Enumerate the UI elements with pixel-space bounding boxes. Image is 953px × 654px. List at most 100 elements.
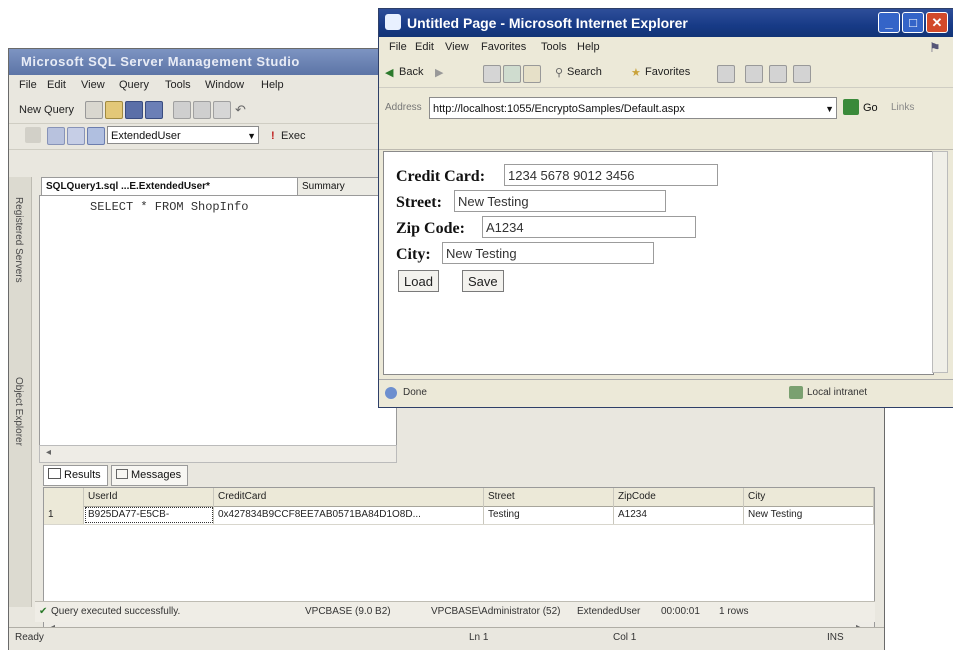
stop-icon[interactable] — [483, 65, 501, 83]
table-row[interactable]: 1 B925DA77-E5CB- 0x427834B9CCF8EE7AB0571… — [44, 506, 874, 525]
zip-code-input[interactable] — [482, 216, 696, 238]
back-button[interactable]: Back — [399, 66, 423, 78]
menu-window[interactable]: Window — [205, 79, 244, 91]
new-query-button[interactable]: New Query — [19, 104, 74, 116]
column-header[interactable]: UserId — [84, 488, 214, 506]
execute-icon[interactable]: ! — [271, 130, 275, 142]
column-header[interactable]: Street — [484, 488, 614, 506]
go-button[interactable]: Go — [863, 102, 878, 114]
save-button[interactable]: Save — [462, 270, 504, 292]
scroll-left-icon[interactable]: ◂ — [46, 447, 51, 458]
results-tabs: Results Messages — [43, 465, 863, 486]
undo-icon[interactable]: ↶ — [235, 102, 246, 118]
refresh-icon[interactable] — [503, 65, 521, 83]
menu-edit[interactable]: Edit — [47, 79, 66, 91]
status-column: Col 1 — [613, 632, 637, 643]
grid-header-row: UserId CreditCard Street ZipCode City — [44, 488, 874, 507]
status-done: Done — [403, 387, 427, 398]
grid-icon — [48, 468, 61, 479]
links-button[interactable]: Links — [891, 102, 914, 113]
menu-file[interactable]: File — [19, 79, 37, 91]
query-text[interactable]: SELECT * FROM ShopInfo — [90, 200, 248, 214]
status-ready: Ready — [15, 632, 44, 643]
column-header[interactable]: City — [744, 488, 874, 506]
ie-titlebar[interactable]: Untitled Page - Microsoft Internet Explo… — [379, 9, 953, 37]
column-header[interactable]: CreditCard — [214, 488, 484, 506]
menu-help[interactable]: Help — [261, 79, 284, 91]
address-input[interactable]: http://localhost:1055/EncryptoSamples/De… — [429, 97, 837, 119]
available-databases-icon[interactable] — [67, 127, 85, 145]
go-arrow-icon[interactable] — [843, 99, 859, 115]
ie-address-bar: Address http://localhost:1055/EncryptoSa… — [379, 89, 953, 150]
grid-cell[interactable]: New Testing — [744, 506, 874, 524]
grid-cell[interactable]: B925DA77-E5CB- — [84, 506, 214, 524]
tab-messages-label: Messages — [131, 469, 182, 481]
street-label: Street: — [396, 194, 442, 211]
document-tabs: SQLQuery1.sql ...E.ExtendedUser* Summary — [37, 177, 397, 195]
ie-menubar: File Edit View Favorites Tools Help ⚑ — [379, 37, 953, 59]
city-input[interactable] — [442, 242, 654, 264]
display-plan-icon[interactable] — [87, 127, 105, 145]
status-zone: Local intranet — [807, 387, 868, 398]
menu-tools[interactable]: Tools — [541, 41, 567, 53]
chevron-down-icon: ▼ — [825, 104, 834, 114]
editor-horizontal-scrollbar[interactable]: ◂ — [39, 445, 397, 463]
cut-icon[interactable] — [173, 101, 191, 119]
execute-button[interactable]: Exec — [281, 130, 305, 142]
query-status-bar: ✔ Query executed successfully. VPCBASE (… — [35, 601, 875, 622]
history-icon[interactable] — [717, 65, 735, 83]
favorites-button[interactable]: Favorites — [645, 66, 690, 78]
menu-file[interactable]: File — [389, 41, 407, 53]
login-name: VPCBASE\Administrator (52) — [431, 606, 561, 617]
tab-messages[interactable]: Messages — [111, 465, 189, 486]
load-button[interactable]: Load — [398, 270, 439, 292]
success-check-icon: ✔ — [39, 606, 48, 617]
database-name: ExtendedUser — [577, 606, 641, 617]
menu-view[interactable]: View — [445, 41, 469, 53]
object-explorer-tab[interactable]: Object Explorer — [13, 377, 24, 446]
edit-icon[interactable] — [793, 65, 811, 83]
registered-servers-tab[interactable]: Registered Servers — [13, 197, 24, 283]
open-folder-icon[interactable] — [105, 101, 123, 119]
save-all-icon[interactable] — [145, 101, 163, 119]
connect-icon[interactable] — [25, 127, 41, 143]
close-button[interactable]: ✕ — [926, 12, 948, 33]
street-input[interactable] — [454, 190, 666, 212]
change-connection-icon[interactable] — [47, 127, 65, 145]
home-icon[interactable] — [523, 65, 541, 83]
menu-edit[interactable]: Edit — [415, 41, 434, 53]
grid-cell[interactable]: 0x427834B9CCF8EE7AB0571BA84D1O8D... — [214, 506, 484, 524]
back-icon[interactable]: ◀ — [385, 66, 393, 79]
column-header[interactable]: ZipCode — [614, 488, 744, 506]
query-editor[interactable]: SELECT * FROM ShopInfo — [39, 195, 397, 447]
mail-icon[interactable] — [745, 65, 763, 83]
maximize-button[interactable]: □ — [902, 12, 924, 33]
search-button[interactable]: Search — [567, 66, 602, 78]
menu-view[interactable]: View — [81, 79, 105, 91]
ie-vertical-scrollbar[interactable] — [932, 151, 948, 373]
database-dropdown[interactable]: ExtendedUser ▼ — [107, 126, 259, 144]
menu-query[interactable]: Query — [119, 79, 149, 91]
menu-tools[interactable]: Tools — [165, 79, 191, 91]
menu-help[interactable]: Help — [577, 41, 600, 53]
ssms-status-bar: Ready Ln 1 Col 1 INS — [9, 627, 884, 650]
tab-query[interactable]: SQLQuery1.sql ...E.ExtendedUser* — [41, 177, 301, 195]
grid-cell[interactable]: A1234 — [614, 506, 744, 524]
ie-toolbar: ◀ Back ▶ ⚲ Search ★ Favorites — [379, 59, 953, 88]
menu-favorites[interactable]: Favorites — [481, 41, 526, 53]
forward-icon[interactable]: ▶ — [435, 66, 443, 79]
tab-summary[interactable]: Summary — [297, 177, 387, 195]
star-icon[interactable]: ★ — [631, 66, 641, 79]
print-icon[interactable] — [769, 65, 787, 83]
open-file-icon[interactable] — [85, 101, 103, 119]
tab-results[interactable]: Results — [43, 465, 108, 486]
credit-card-input[interactable] — [504, 164, 718, 186]
grid-cell[interactable]: Testing — [484, 506, 614, 524]
save-icon[interactable] — [125, 101, 143, 119]
windows-flag-icon: ⚑ — [929, 40, 941, 55]
address-label: Address — [385, 102, 422, 113]
search-icon[interactable]: ⚲ — [555, 66, 563, 79]
minimize-button[interactable]: _ — [878, 12, 900, 33]
paste-icon[interactable] — [213, 101, 231, 119]
copy-icon[interactable] — [193, 101, 211, 119]
